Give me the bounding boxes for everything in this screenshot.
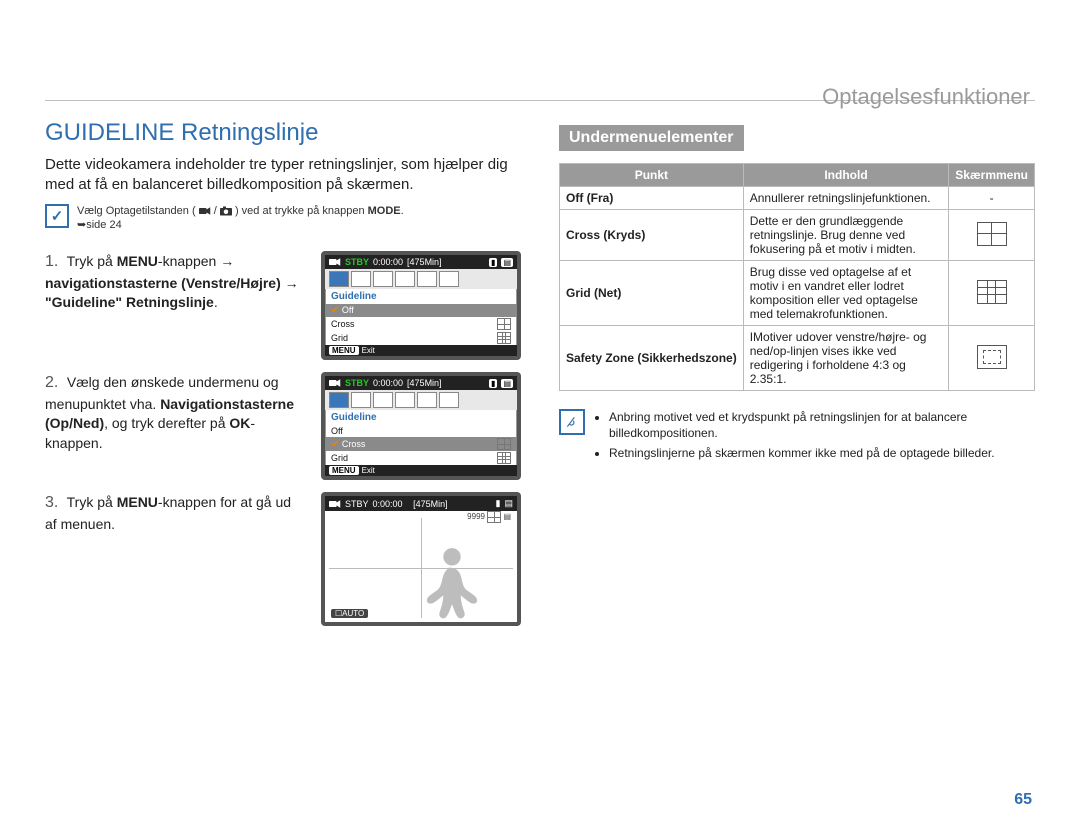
mode-note: Vælg Optagetilstanden ( / ) ved at trykk…	[77, 204, 404, 234]
table-row: Grid (Net) Brug disse ved optagelse af e…	[560, 261, 1035, 326]
toolbar-btn	[417, 392, 437, 408]
toolbar-btn	[329, 392, 349, 408]
table-row: Safety Zone (Sikkerhedszone) IMotiver ud…	[560, 326, 1035, 391]
toolbar-btn	[351, 392, 371, 408]
toolbar-btn	[395, 271, 415, 287]
intro-text: Dette videokamera indeholder tre typer r…	[45, 155, 521, 196]
tips-list: Anbring motivet ved et krydspunkt på ret…	[595, 409, 1035, 466]
note-icon	[559, 409, 585, 435]
lcd-screenshot-1: STBY 0:00:00 [475Min] ▮▤	[321, 251, 521, 360]
step-2: 2. Vælg den ønskede undermenu og menupun…	[45, 372, 305, 453]
toolbar-btn	[439, 271, 459, 287]
step-1: 1. Tryk på MENU-knappen → navigationstas…	[45, 251, 305, 313]
grid-icon	[977, 280, 1007, 304]
tip-item: Retningslinjerne på skærmen kommer ikke …	[609, 445, 1035, 461]
photo-mode-icon	[220, 206, 232, 216]
step-3: 3. Tryk på MENU-knappen for at gå ud af …	[45, 492, 305, 534]
cross-icon	[497, 318, 511, 330]
lcd-screenshot-2: STBY 0:00:00 [475Min] ▮▤	[321, 372, 521, 480]
menu-option-cross: ✔ Cross	[325, 437, 517, 451]
menu-option-off: ✔ Off	[325, 304, 517, 317]
subheading: Undermenuelementer	[559, 125, 744, 151]
page-title: GUIDELINE Retningslinje	[45, 119, 521, 147]
table-row: Off (Fra) Annullerer retningslinjefunkti…	[560, 187, 1035, 210]
toolbar-btn	[417, 271, 437, 287]
video-mode-icon	[329, 499, 341, 509]
toolbar-btn	[329, 271, 349, 287]
menu-title: Guideline	[325, 289, 517, 304]
toolbar-btn	[395, 392, 415, 408]
table-row: Cross (Kryds) Dette er den grundlæggende…	[560, 210, 1035, 261]
safezone-icon	[977, 345, 1007, 369]
grid-icon	[497, 452, 511, 464]
options-table: Punkt Indhold Skærmmenu Off (Fra) Annull…	[559, 163, 1035, 391]
section-header: Optagelsesfunktioner	[822, 84, 1030, 110]
menu-option-grid: Grid	[325, 331, 517, 345]
toolbar-btn	[373, 392, 393, 408]
subject-silhouette	[423, 542, 481, 620]
tip-item: Anbring motivet ved et krydspunkt på ret…	[609, 409, 1035, 441]
check-icon: ✓	[45, 204, 69, 228]
toolbar-btn	[373, 271, 393, 287]
toolbar-btn	[351, 271, 371, 287]
video-mode-icon	[199, 206, 211, 216]
cross-icon	[977, 222, 1007, 246]
lcd-screenshot-3: STBY 0:00:00 [475Min] ▮▤ 9999 ▤ ☐AUTO	[321, 492, 521, 626]
right-column: Undermenuelementer Punkt Indhold Skærmme…	[559, 119, 1035, 638]
cross-icon	[497, 438, 511, 450]
menu-option-cross: Cross	[325, 317, 517, 331]
video-mode-icon	[329, 378, 341, 388]
menu-option-off: Off	[325, 425, 517, 437]
menu-title: Guideline	[325, 410, 517, 425]
page-number: 65	[1014, 791, 1032, 809]
th-punkt: Punkt	[560, 164, 744, 187]
th-skaermmenu: Skærmmenu	[949, 164, 1035, 187]
left-column: GUIDELINE Retningslinje Dette videokamer…	[45, 119, 521, 638]
toolbar-btn	[439, 392, 459, 408]
grid-icon	[497, 332, 511, 344]
auto-indicator: ☐AUTO	[331, 609, 368, 618]
guideline-cross-overlay	[329, 518, 513, 618]
menu-option-grid: Grid	[325, 451, 517, 465]
video-mode-icon	[329, 257, 341, 267]
th-indhold: Indhold	[743, 164, 949, 187]
